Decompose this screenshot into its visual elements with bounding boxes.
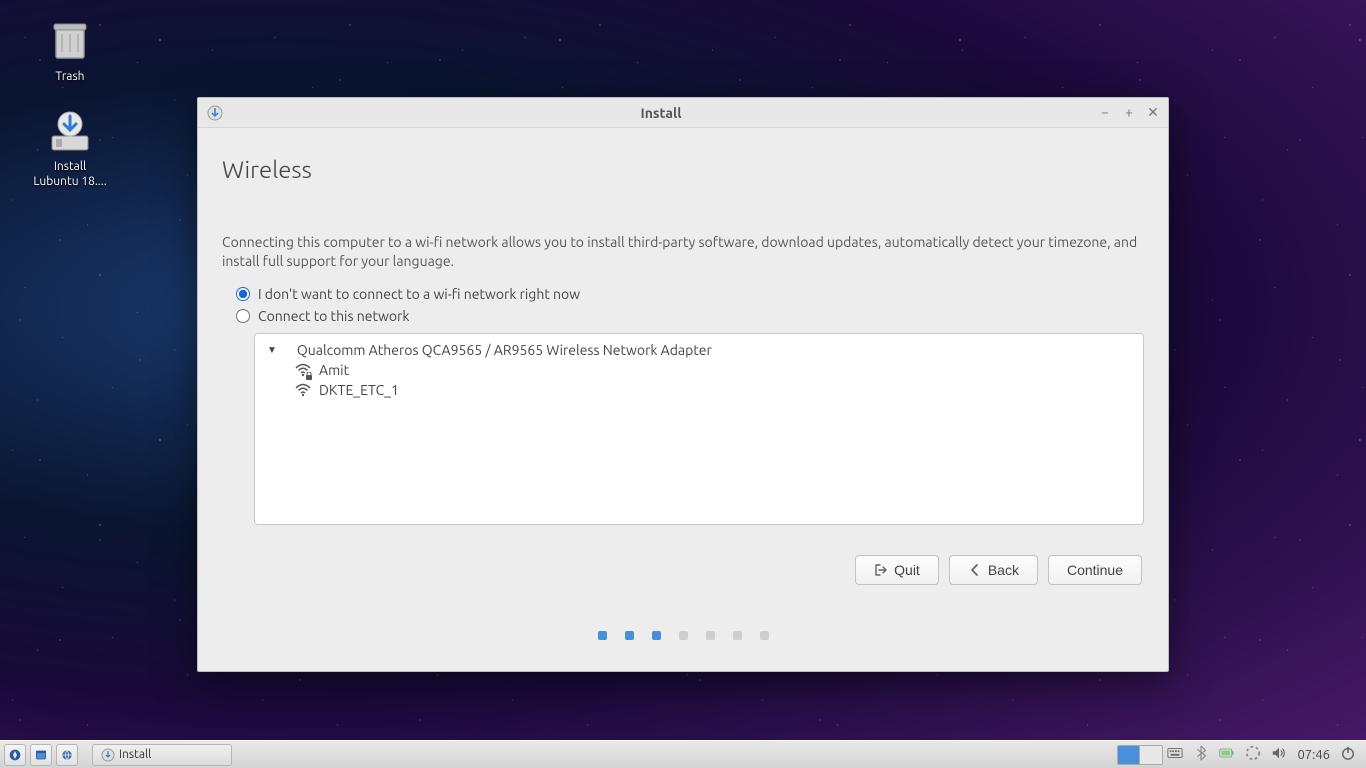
bluetooth-indicator[interactable] [1193, 745, 1209, 764]
quit-button-label: Quit [894, 562, 920, 578]
back-button-label: Back [988, 562, 1019, 578]
installer-content: Wireless Connecting this computer to a w… [198, 128, 1168, 671]
desktop-icons: Trash Install Lubuntu 18.... [30, 18, 110, 189]
network-adapter-row[interactable]: ▼ Qualcomm Atheros QCA9565 / AR9565 Wire… [267, 342, 1133, 358]
clock[interactable]: 07:46 [1297, 748, 1330, 762]
network-indicator[interactable] [1245, 745, 1261, 764]
taskbar-task-label: Install [119, 748, 151, 761]
radio-dont-connect-input[interactable] [236, 287, 250, 301]
step-dot [598, 631, 607, 640]
continue-button-label: Continue [1067, 562, 1123, 578]
network-adapter-label: Qualcomm Atheros QCA9565 / AR9565 Wirele… [297, 342, 712, 358]
window-maximize-button[interactable]: + [1122, 104, 1136, 121]
wifi-secured-icon [295, 362, 311, 378]
workspace-switcher[interactable] [1117, 745, 1163, 765]
window-minimize-button[interactable]: − [1098, 104, 1112, 121]
disclosure-triangle-icon[interactable]: ▼ [267, 344, 277, 356]
window-title: Install [224, 105, 1098, 121]
battery-icon [1219, 745, 1235, 761]
taskbar: Install 07:46 [0, 740, 1366, 768]
file-manager-button[interactable] [30, 744, 52, 766]
step-dot [706, 631, 715, 640]
start-menu-button[interactable] [4, 744, 26, 766]
battery-indicator[interactable] [1219, 745, 1235, 764]
trash-icon [46, 18, 94, 66]
volume-icon [1271, 745, 1287, 761]
step-dot [625, 631, 634, 640]
browser-button[interactable] [56, 744, 78, 766]
volume-indicator[interactable] [1271, 745, 1287, 764]
back-button[interactable]: Back [949, 555, 1038, 585]
network-ssid-label: DKTE_ETC_1 [319, 382, 399, 398]
installer-window: Install − + ✕ Wireless Connecting this c… [197, 97, 1169, 672]
radio-dont-connect[interactable]: I don't want to connect to a wi-fi netwo… [236, 286, 1144, 302]
exit-icon [874, 563, 888, 577]
install-task-icon [101, 748, 115, 762]
workspace-1[interactable] [1118, 746, 1140, 764]
desktop-icon-trash[interactable]: Trash [30, 18, 110, 84]
network-item[interactable]: Amit [295, 362, 1133, 378]
workspace-2[interactable] [1140, 746, 1162, 764]
titlebar[interactable]: Install − + ✕ [198, 98, 1168, 128]
window-close-button[interactable]: ✕ [1146, 104, 1160, 121]
power-icon [1340, 745, 1356, 761]
network-busy-icon [1245, 745, 1261, 761]
keyboard-indicator[interactable] [1167, 745, 1183, 764]
step-dot [652, 631, 661, 640]
desktop-icon-label: Trash [55, 70, 84, 84]
radio-dont-connect-label: I don't want to connect to a wi-fi netwo… [258, 286, 580, 302]
file-manager-icon [35, 749, 47, 761]
install-disk-icon [46, 108, 94, 156]
step-dot [679, 631, 688, 640]
bluetooth-icon [1193, 745, 1209, 761]
button-row: Quit Back Continue [222, 555, 1144, 585]
continue-button[interactable]: Continue [1048, 555, 1142, 585]
lubuntu-logo-icon [9, 749, 21, 761]
radio-connect-label: Connect to this network [258, 308, 409, 324]
step-dot [733, 631, 742, 640]
step-indicator [222, 599, 1144, 671]
desktop-icon-label: Install Lubuntu 18.... [30, 160, 110, 189]
network-ssid-label: Amit [319, 362, 349, 378]
system-tray: 07:46 [1167, 745, 1362, 764]
network-list[interactable]: ▼ Qualcomm Atheros QCA9565 / AR9565 Wire… [254, 333, 1144, 525]
step-dot [760, 631, 769, 640]
desktop-icon-install[interactable]: Install Lubuntu 18.... [30, 108, 110, 189]
browser-icon [61, 749, 73, 761]
chevron-left-icon [968, 563, 982, 577]
shutdown-button[interactable] [1340, 745, 1356, 764]
network-item[interactable]: DKTE_ETC_1 [295, 382, 1133, 398]
window-controls: − + ✕ [1098, 104, 1160, 121]
page-heading: Wireless [222, 156, 1144, 183]
taskbar-task-install[interactable]: Install [92, 744, 232, 766]
quit-button[interactable]: Quit [855, 555, 939, 585]
radio-connect[interactable]: Connect to this network [236, 308, 1144, 324]
keyboard-icon [1167, 745, 1183, 761]
window-app-icon [206, 104, 224, 122]
wifi-icon [295, 382, 311, 398]
page-description: Connecting this computer to a wi-fi netw… [222, 233, 1144, 271]
radio-connect-input[interactable] [236, 309, 250, 323]
